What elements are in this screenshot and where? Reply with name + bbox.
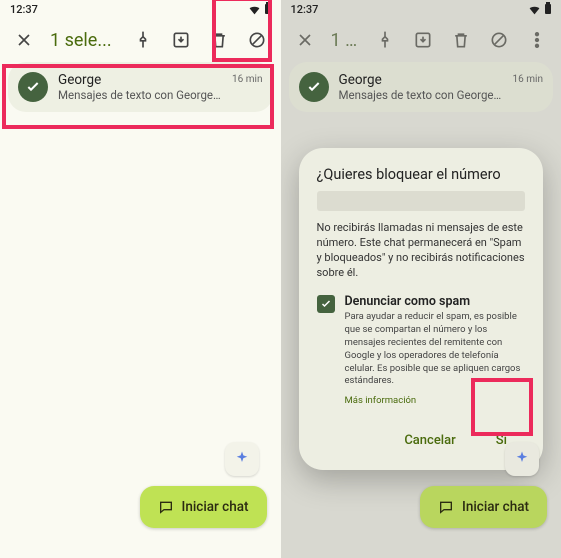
appbar-title: 1 sele...	[331, 30, 366, 51]
conversation-snippet: Mensajes de texto con George (SMS/...	[339, 88, 503, 102]
sparkle-icon	[513, 450, 531, 468]
fab-label: Iniciar chat	[182, 499, 249, 515]
dialog-number-placeholder	[317, 191, 526, 211]
screen-select-mode: 12:37 1 sele... George Mensajes de text	[0, 0, 281, 558]
report-spam-title: Denunciar como spam	[345, 294, 526, 309]
conversation-text: George Mensajes de texto con George (SMS…	[339, 72, 503, 102]
dialog-actions: Cancelar Sí	[317, 425, 526, 456]
status-bar: 12:37	[281, 0, 561, 18]
archive-button[interactable]	[405, 22, 441, 58]
close-button[interactable]	[6, 22, 42, 58]
start-chat-fab[interactable]: Iniciar chat	[420, 486, 547, 528]
delete-button[interactable]	[201, 22, 237, 58]
archive-button[interactable]	[163, 22, 199, 58]
close-button[interactable]	[287, 22, 323, 58]
pin-button[interactable]	[125, 22, 161, 58]
check-icon	[306, 79, 322, 95]
start-chat-fab[interactable]: Iniciar chat	[140, 486, 267, 528]
check-icon	[320, 298, 332, 310]
battery-icon	[545, 4, 551, 14]
trash-icon	[209, 30, 229, 50]
conversation-name: George	[58, 72, 222, 88]
conversation-name: George	[339, 72, 503, 88]
check-icon	[25, 79, 41, 95]
report-spam-text: Denunciar como spam Para ayudar a reduci…	[345, 294, 526, 407]
delete-button[interactable]	[443, 22, 479, 58]
chat-icon	[438, 499, 454, 515]
avatar-selected	[18, 72, 48, 102]
close-icon	[14, 30, 34, 50]
block-button[interactable]	[481, 22, 517, 58]
pin-button[interactable]	[367, 22, 403, 58]
fab-label: Iniciar chat	[462, 499, 529, 515]
chat-icon	[158, 499, 174, 515]
battery-icon	[265, 4, 271, 14]
block-number-dialog: ¿Quieres bloquear el número No recibirás…	[299, 148, 544, 470]
more-info-link[interactable]: Más información	[345, 395, 417, 406]
archive-icon	[171, 30, 191, 50]
wifi-icon	[528, 3, 541, 16]
magic-compose-button[interactable]	[225, 442, 259, 476]
report-spam-checkbox[interactable]	[317, 295, 335, 313]
conversation-time: 16 min	[513, 74, 543, 85]
app-bar: 1 sele...	[0, 18, 281, 62]
status-indicators	[248, 3, 271, 16]
app-bar: 1 sele...	[281, 18, 561, 62]
report-spam-desc: Para ayudar a reducir el spam, es posibl…	[345, 311, 526, 388]
cancel-button[interactable]: Cancelar	[394, 425, 465, 456]
more-button[interactable]	[519, 22, 555, 58]
block-button[interactable]	[239, 22, 275, 58]
magic-compose-button[interactable]	[505, 442, 539, 476]
status-time: 12:37	[10, 3, 38, 16]
conversation-time: 16 min	[232, 74, 262, 85]
dialog-description: No recibirás llamadas ni mensajes de est…	[317, 221, 526, 280]
close-icon	[295, 30, 315, 50]
appbar-title: 1 sele...	[50, 30, 123, 51]
block-icon	[247, 30, 267, 50]
archive-icon	[413, 30, 433, 50]
sparkle-icon	[233, 450, 251, 468]
pin-icon	[375, 30, 395, 50]
status-time: 12:37	[291, 3, 319, 16]
screen-block-dialog: 12:37 1 sele... George	[281, 0, 561, 558]
wifi-icon	[248, 3, 261, 16]
conversation-item[interactable]: George Mensajes de texto con George (SMS…	[8, 62, 273, 112]
pin-icon	[133, 30, 153, 50]
status-bar: 12:37	[0, 0, 281, 18]
block-icon	[489, 30, 509, 50]
report-spam-row[interactable]: Denunciar como spam Para ayudar a reduci…	[317, 294, 526, 407]
conversation-text: George Mensajes de texto con George (SMS…	[58, 72, 222, 102]
status-indicators	[528, 3, 551, 16]
more-vert-icon	[527, 30, 547, 50]
avatar-selected	[299, 72, 329, 102]
trash-icon	[451, 30, 471, 50]
conversation-item[interactable]: George Mensajes de texto con George (SMS…	[289, 62, 554, 112]
conversation-snippet: Mensajes de texto con George (SMS/...	[58, 88, 222, 102]
dialog-title: ¿Quieres bloquear el número	[317, 166, 526, 183]
